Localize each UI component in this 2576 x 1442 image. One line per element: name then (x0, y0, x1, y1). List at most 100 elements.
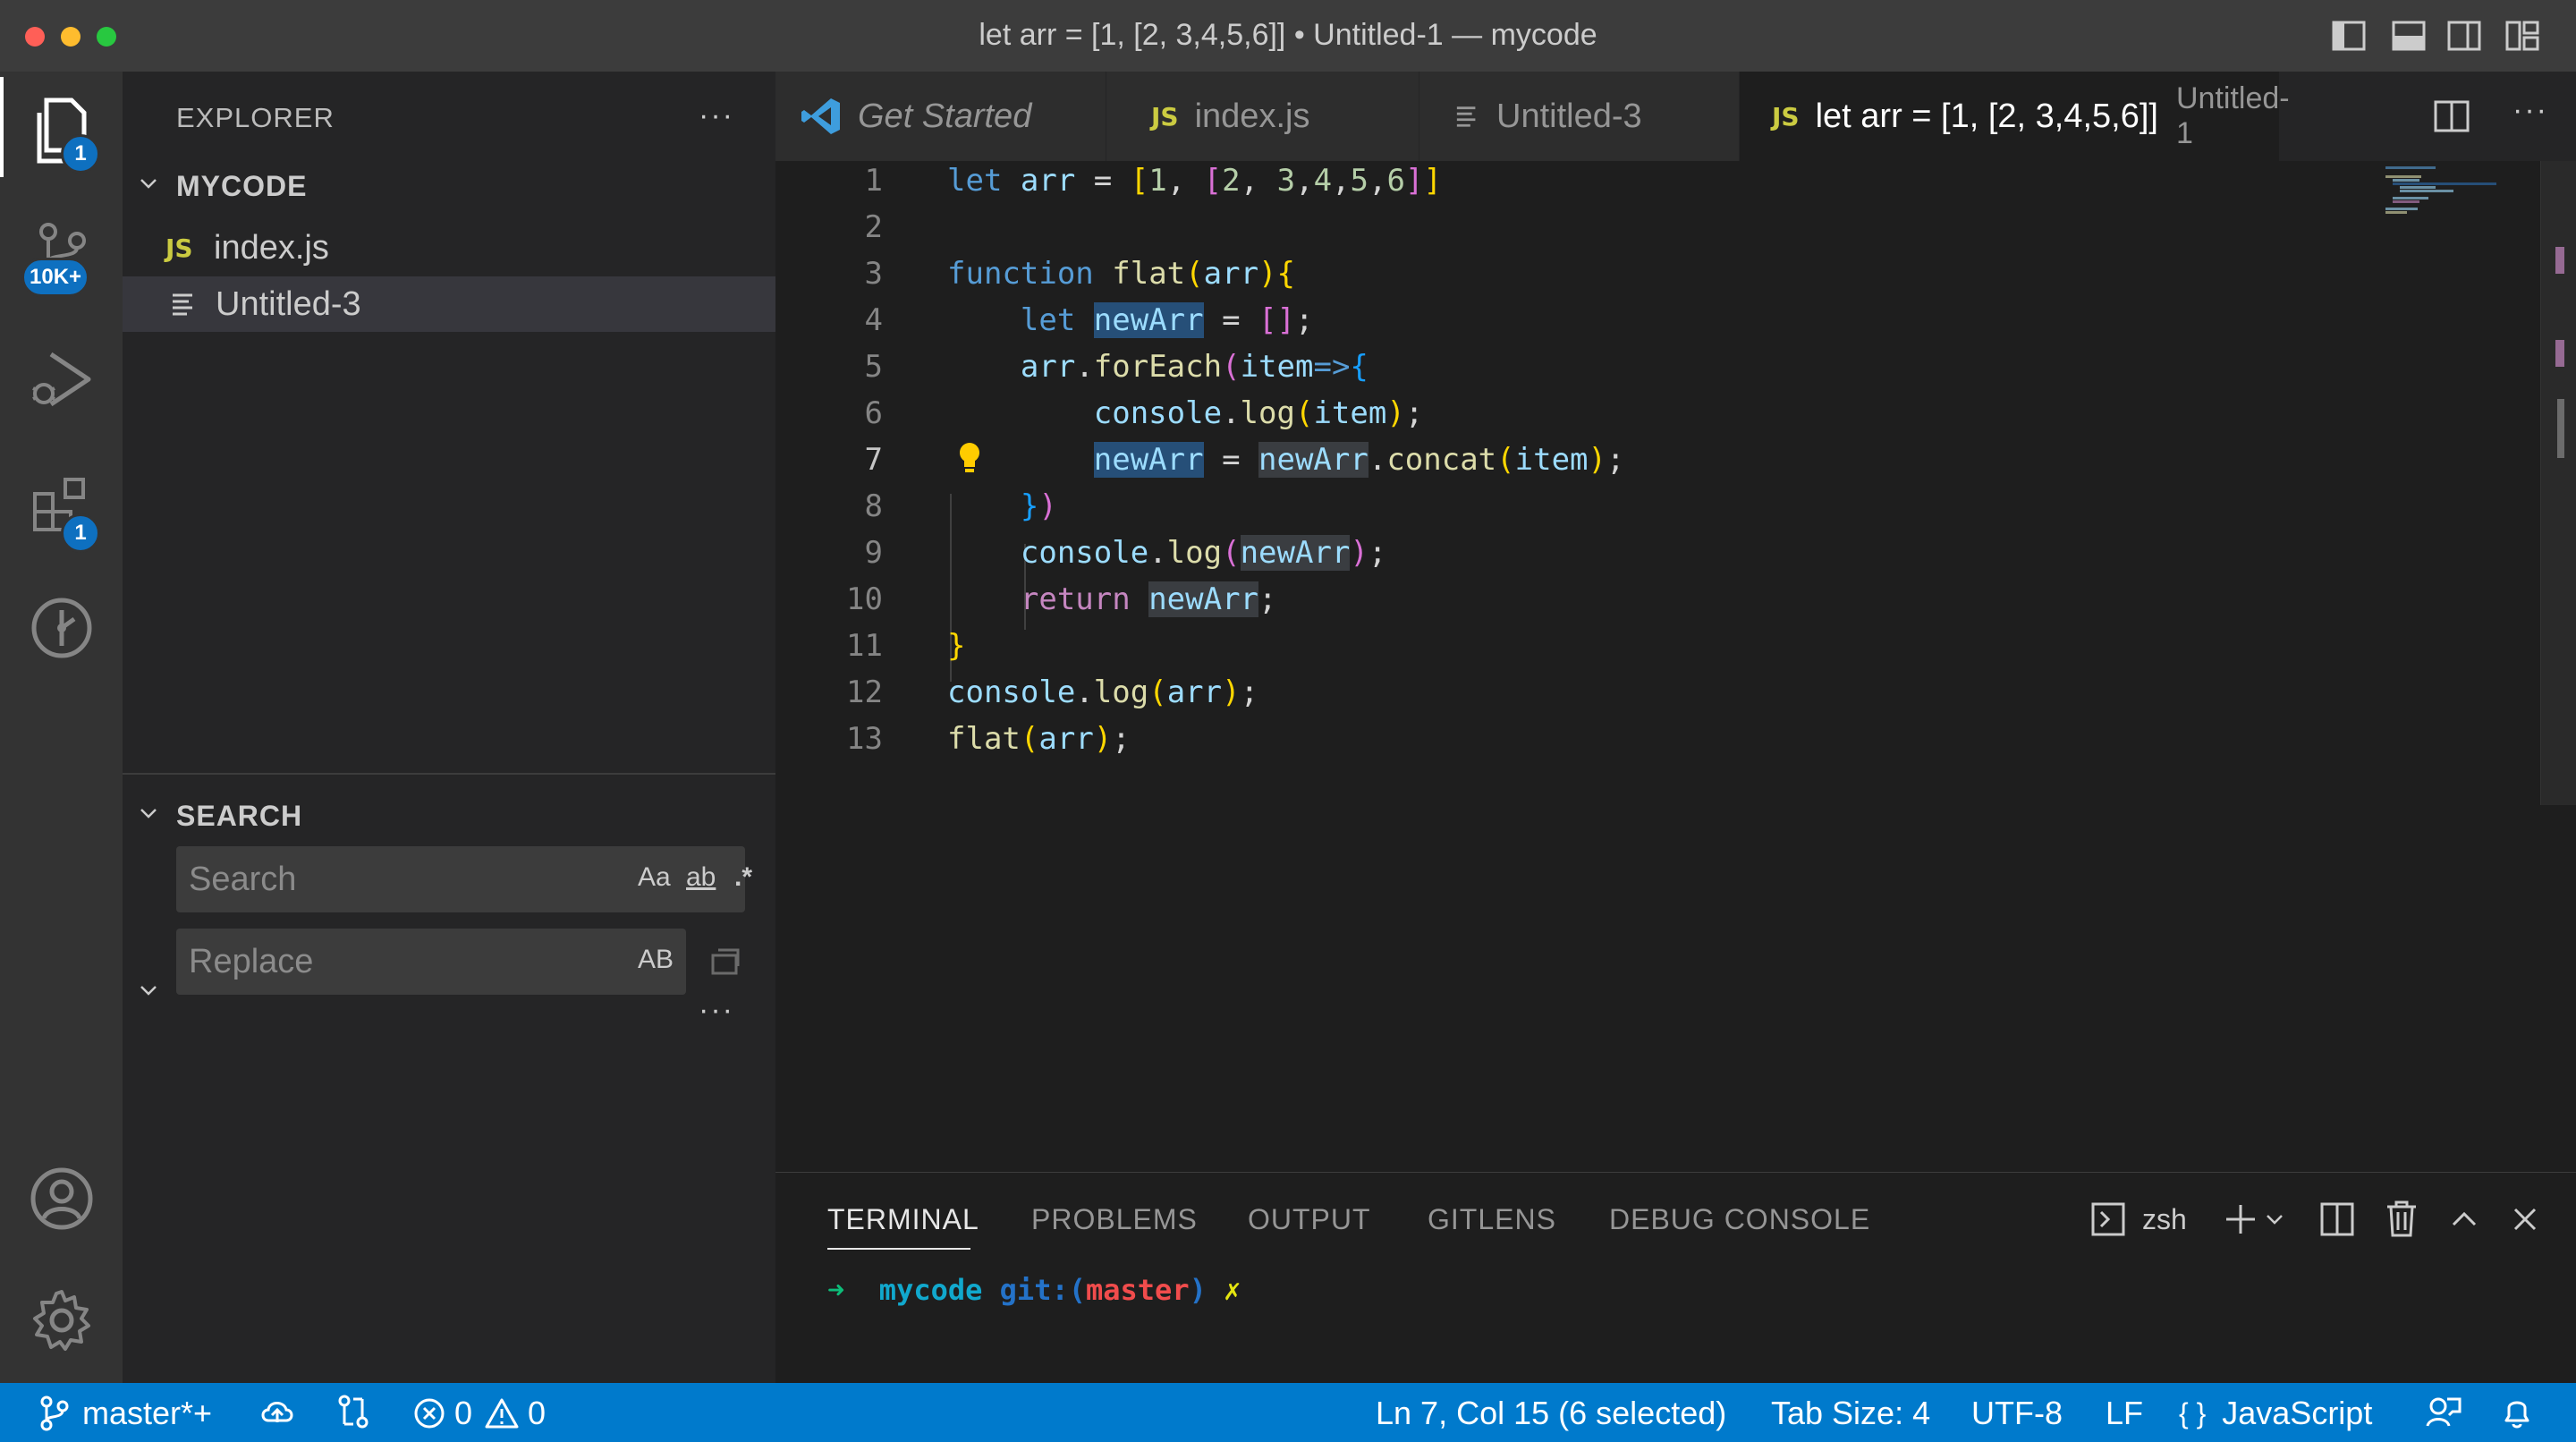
code-line: }) (1020, 488, 1057, 524)
code-line: } (947, 628, 966, 664)
tab-untitled-1[interactable]: JS let arr = [1, [2, 3,4,5,6]] Untitled-… (1740, 72, 2290, 161)
section-divider (123, 773, 775, 775)
search-details-toggle-icon[interactable]: ··· (699, 993, 734, 1028)
line-number: 5 (864, 349, 883, 385)
panel-tab-debug-console[interactable]: DEBUG CONSOLE (1609, 1203, 1870, 1236)
close-panel-icon[interactable] (2511, 1205, 2539, 1234)
vscode-logo-icon (801, 98, 840, 134)
editor-more-actions-icon[interactable]: ··· (2512, 93, 2548, 128)
maximize-panel-chevron-up-icon[interactable] (2450, 1205, 2479, 1234)
chevron-down-icon[interactable] (139, 803, 158, 823)
toggle-secondary-sidebar-icon[interactable] (2446, 18, 2482, 54)
toggle-panel-icon[interactable] (2391, 18, 2427, 54)
trash-icon[interactable] (2384, 1200, 2419, 1239)
tab-description: Untitled-1 (2175, 81, 2290, 150)
chevron-down-icon[interactable] (139, 174, 158, 193)
git-branch-icon (40, 1395, 69, 1431)
replace-placeholder: Replace (189, 943, 314, 980)
split-terminal-icon[interactable] (2319, 1201, 2355, 1237)
tab-label: Get Started (858, 97, 1032, 135)
line-number: 7 (864, 442, 883, 478)
encoding[interactable]: UTF-8 (1971, 1395, 2063, 1432)
tab-index-js[interactable]: JS index.js (1106, 72, 1419, 161)
folder-name[interactable]: MYCODE (176, 170, 307, 203)
end-of-line[interactable]: LF (2106, 1395, 2143, 1432)
match-case-icon[interactable]: Aa (638, 862, 671, 893)
explorer-button[interactable]: 1 (0, 77, 123, 184)
panel-tab-problems[interactable]: PROBLEMS (1031, 1203, 1198, 1236)
error-count: 0 (454, 1395, 473, 1431)
editor-scrollbar[interactable] (2540, 161, 2576, 805)
accounts-button[interactable] (0, 1145, 123, 1252)
new-terminal-icon[interactable] (2223, 1201, 2258, 1237)
line-number: 3 (864, 256, 883, 292)
replace-all-icon[interactable] (708, 943, 743, 979)
problems-item[interactable]: 0 0 (413, 1395, 546, 1432)
js-file-icon: JS (1151, 101, 1179, 131)
line-number: 12 (846, 674, 883, 710)
search-placeholder: Search (189, 861, 297, 898)
terminal-shell-name[interactable]: zsh (2142, 1203, 2187, 1236)
preserve-case-icon[interactable]: AB (638, 945, 674, 975)
terminal-dropdown-chevron-icon[interactable] (2264, 1209, 2285, 1230)
terminal-prompt[interactable]: ➜ mycode git:(master) ✗ (827, 1273, 1241, 1307)
customize-layout-icon[interactable] (2504, 18, 2540, 54)
run-debug-button[interactable] (0, 326, 123, 433)
code-line: arr.forEach(item=>{ (1020, 349, 1368, 385)
language-mode-item[interactable]: { } JavaScript (2179, 1395, 2372, 1432)
source-control-button[interactable]: 10K+ (0, 197, 123, 304)
tab-untitled-3[interactable]: Untitled-3 (1419, 72, 1740, 161)
code-line: flat(arr); (947, 721, 1131, 757)
minimap[interactable] (2385, 163, 2496, 216)
warning-count: 0 (528, 1395, 547, 1431)
cloud-upload-icon[interactable] (259, 1395, 295, 1428)
tab-size[interactable]: Tab Size: 4 (1771, 1395, 1930, 1432)
code-line: console.log(item); (1093, 395, 1424, 431)
bell-icon[interactable] (2501, 1394, 2533, 1429)
panel-tab-terminal[interactable]: TERMINAL (827, 1203, 979, 1236)
git-compare-icon[interactable] (335, 1394, 371, 1429)
warning-icon (485, 1398, 519, 1429)
language-mode: JavaScript (2222, 1395, 2373, 1431)
cursor-position[interactable]: Ln 7, Col 15 (6 selected) (1376, 1395, 1726, 1432)
tab-get-started[interactable]: Get Started (775, 72, 1106, 161)
gitlens-button[interactable] (0, 574, 123, 682)
error-icon (414, 1398, 445, 1429)
regex-icon[interactable]: .* (734, 862, 752, 893)
panel-tab-output[interactable]: OUTPUT (1248, 1203, 1371, 1236)
code-line: let arr = [1, [2, 3,4,5,6]] (947, 163, 1442, 199)
sidebar: EXPLORER ··· MYCODE JS index.js Untitled… (123, 72, 775, 1383)
replace-input[interactable]: Replace AB (176, 929, 686, 995)
code-line: return newArr; (1020, 581, 1277, 617)
toggle-primary-sidebar-icon[interactable] (2331, 18, 2367, 54)
js-file-icon: JS (1772, 101, 1800, 131)
feedback-icon[interactable] (2426, 1394, 2462, 1429)
explorer-more-actions-icon[interactable]: ··· (699, 98, 734, 133)
text-file-icon (173, 293, 192, 316)
file-item-untitled-3[interactable]: Untitled-3 (123, 276, 775, 332)
whole-word-icon[interactable]: ab (686, 862, 716, 893)
tab-label: Untitled-3 (1496, 97, 1642, 135)
branch-name: master*+ (82, 1395, 213, 1431)
scroll-marker (2555, 247, 2564, 274)
lightbulb-icon[interactable] (956, 440, 983, 476)
activity-bar: 1 10K+ 1 (0, 72, 123, 1383)
line-number: 1 (864, 163, 883, 199)
scroll-thumb[interactable] (2557, 399, 2564, 458)
toggle-replace-chevron-icon[interactable] (139, 980, 158, 1000)
search-input[interactable]: Search Aa ab .* (176, 846, 752, 912)
file-item-index-js[interactable]: JS index.js (123, 220, 775, 276)
line-number: 9 (864, 535, 883, 571)
manage-settings-button[interactable] (0, 1267, 123, 1374)
code-line: function flat(arr){ (947, 256, 1295, 292)
split-editor-icon[interactable] (2432, 97, 2471, 136)
panel-tab-gitlens[interactable]: GITLENS (1428, 1203, 1556, 1236)
status-bar: master*+ 0 0 Ln 7, Col 15 (6 selected) T… (0, 1383, 2576, 1442)
search-title[interactable]: SEARCH (176, 800, 302, 833)
extensions-button[interactable]: 1 (0, 451, 123, 558)
prompt-dirty: ✗ (1224, 1273, 1241, 1307)
git-branch-item[interactable]: master*+ (39, 1395, 212, 1432)
braces-icon: { } (2179, 1396, 2207, 1429)
gear-icon (32, 1290, 90, 1351)
code-editor[interactable]: 1 2 3 4 5 6 7 8 9 10 11 12 13 let arr = [1, [2, 3,4,… (775, 161, 2576, 1172)
